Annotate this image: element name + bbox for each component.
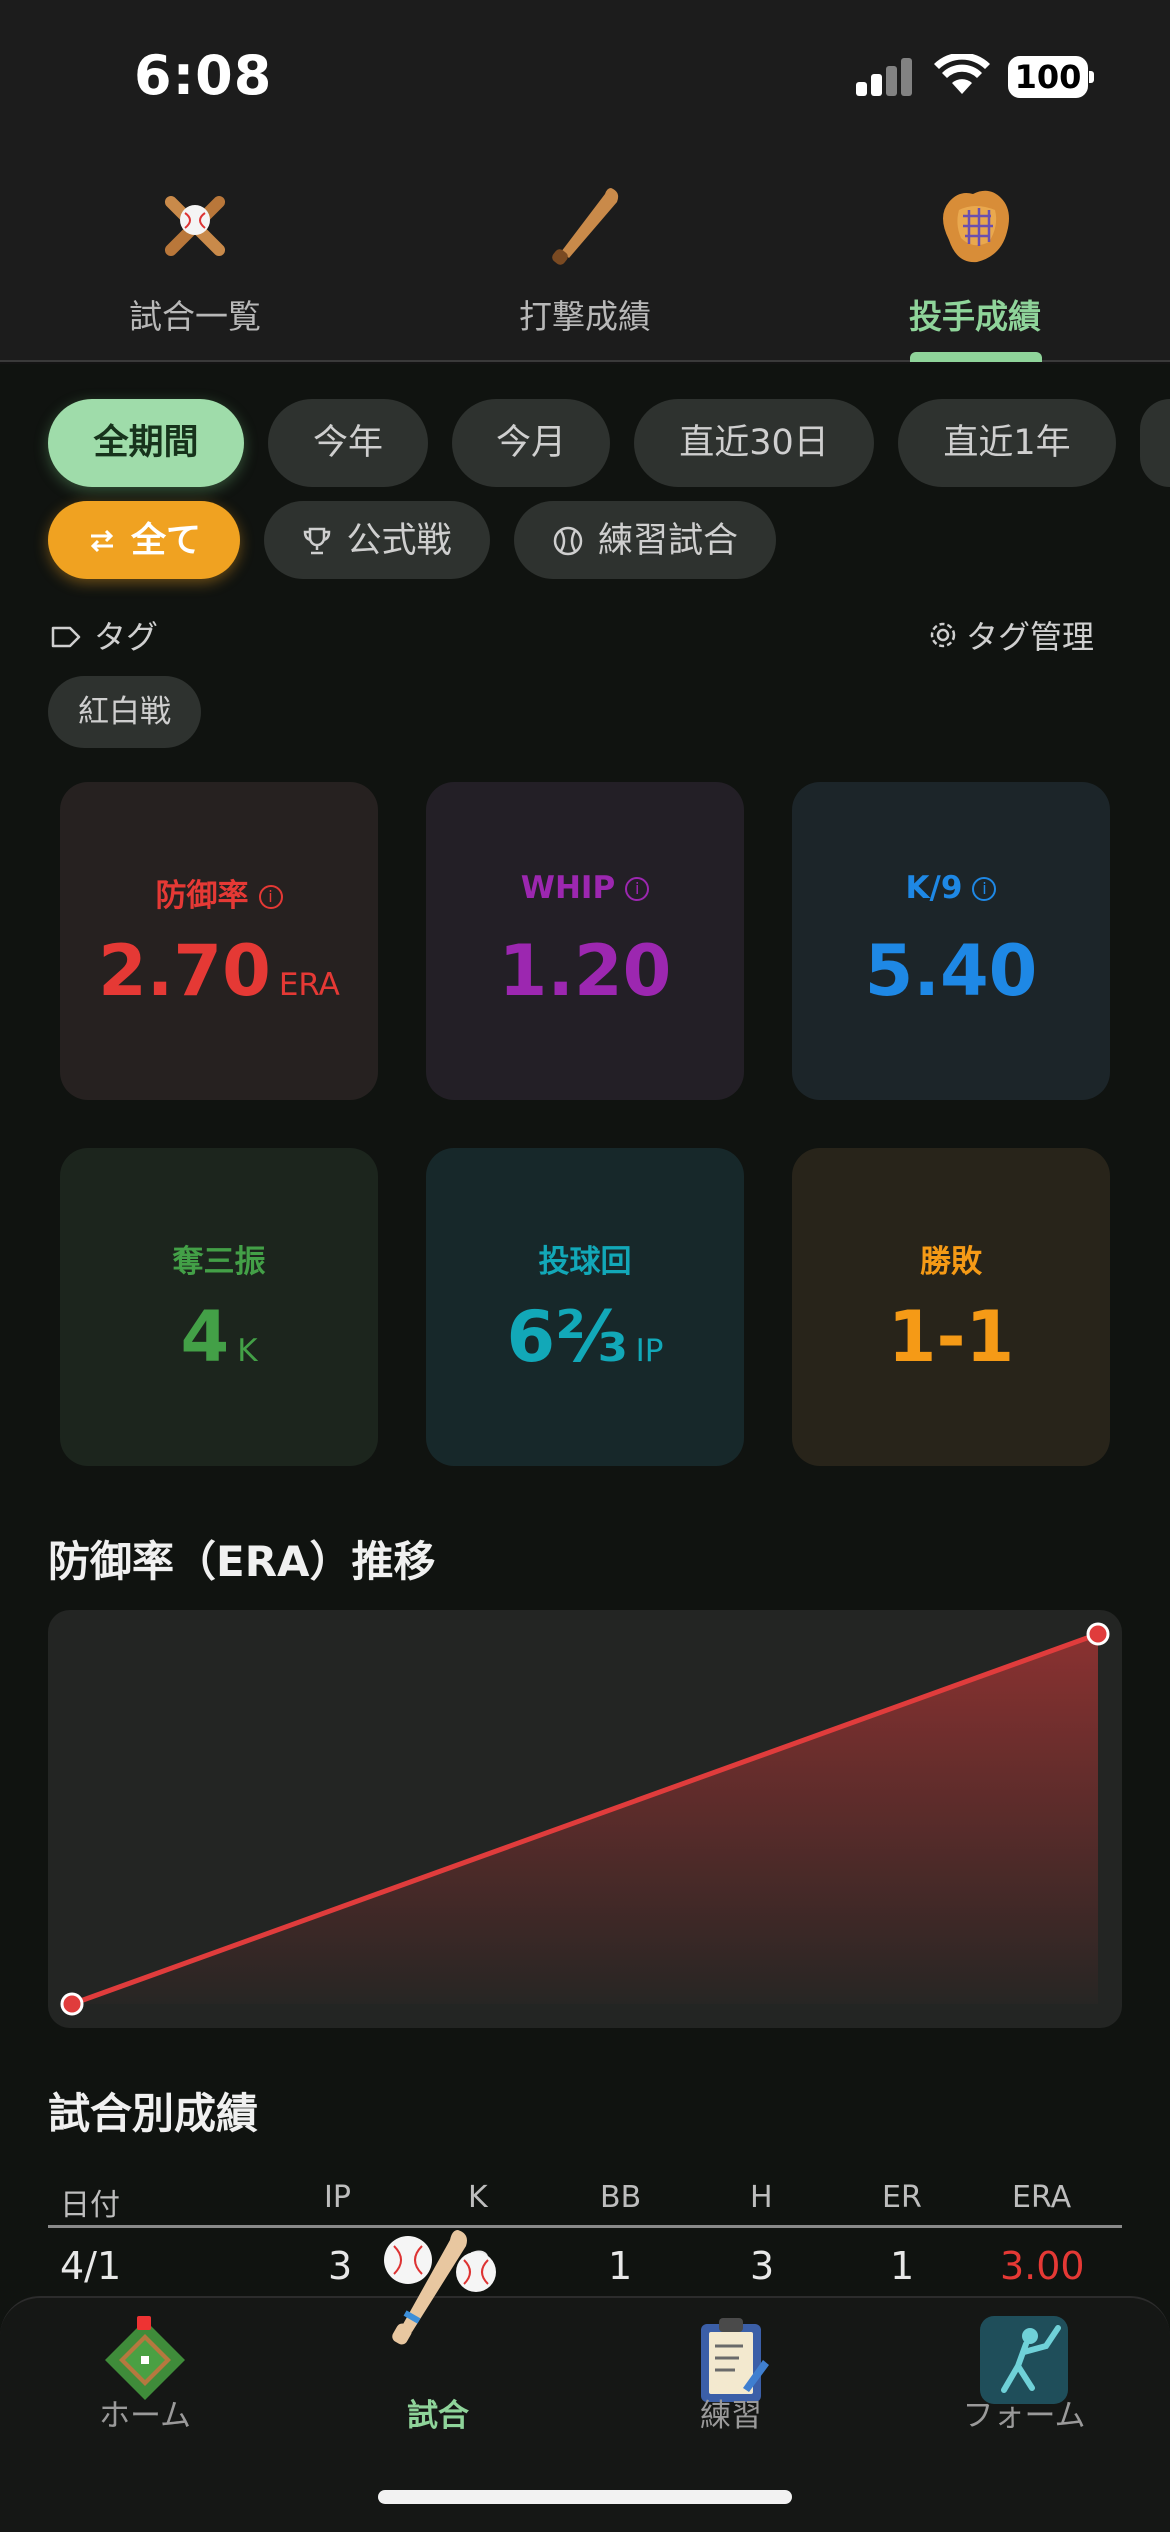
col-k: K — [468, 2180, 488, 2215]
table-header: 日付 IP K BB H ER ERA — [48, 2180, 1122, 2228]
stat-value: 4 — [180, 1296, 230, 1378]
filter-this-month[interactable]: 今月 — [452, 399, 610, 487]
tag-chip[interactable]: 紅白戦 — [48, 676, 201, 748]
cell-ip: 3 — [328, 2244, 353, 2288]
era-point-1[interactable] — [1086, 1622, 1110, 1646]
top-tab-bar: 試合一覧 打撃成績 投手成績 — [0, 150, 1170, 362]
trophy-icon — [302, 526, 332, 556]
glove-icon — [943, 190, 1009, 263]
stat-card-strikeouts: 奪三振 4K — [60, 1148, 378, 1466]
bat-icon — [552, 188, 619, 265]
cell-date: 4/1 — [60, 2244, 122, 2288]
era-chart — [48, 1610, 1122, 2028]
stat-card-era: 防御率 i 2.70 ERA — [60, 782, 378, 1100]
gear-icon — [928, 620, 958, 658]
tag-section-label: タグ — [50, 612, 158, 658]
tag-manage-button[interactable]: タグ管理 — [928, 612, 1094, 658]
era-chart-title: 防御率（ERA）推移 — [48, 1537, 436, 1586]
stat-unit: IP — [635, 1333, 664, 1369]
cell-er: 1 — [890, 2244, 915, 2288]
status-bar: 6:08 100 — [0, 0, 1170, 150]
wifi-icon — [934, 54, 990, 94]
status-time: 6:08 — [134, 44, 273, 107]
active-tab-indicator — [910, 352, 1042, 362]
col-date: 日付 — [60, 2188, 120, 2223]
stat-unit: ERA — [278, 967, 340, 1003]
cell-era: 3.00 — [1000, 2244, 1085, 2288]
home-indicator — [378, 2490, 792, 2504]
game-stats-title: 試合別成績 — [48, 2089, 259, 2138]
filter-this-year[interactable]: 今年 — [268, 399, 428, 487]
tab-label: 投手成績 — [909, 297, 1041, 336]
era-chart-svg — [60, 1622, 1110, 2016]
nav-home[interactable]: ホーム — [20, 2298, 270, 2458]
tab-game-list[interactable]: 試合一覧 — [45, 180, 345, 360]
filter-last-1-year[interactable]: 直近1年 — [898, 399, 1116, 487]
nav-game[interactable]: 試合 — [313, 2230, 563, 2458]
nav-practice[interactable]: 練習 — [606, 2298, 856, 2458]
info-icon[interactable]: i — [972, 877, 997, 901]
swap-arrows-icon — [87, 529, 117, 553]
filter-last-30-days[interactable]: 直近30日 — [634, 399, 874, 487]
era-point-0[interactable] — [60, 1992, 84, 2016]
stat-card-whip: WHIP i 1.20 — [426, 782, 744, 1100]
filter-type-practice[interactable]: 練習試合 — [514, 501, 776, 579]
cell-bb: 1 — [608, 2244, 633, 2288]
stat-value: 1.20 — [498, 930, 672, 1012]
main-content: 全期間 今年 今月 直近30日 直近1年 全て 公式戦 練習試合 タグ タグ管理… — [0, 364, 1170, 2532]
tag-icon — [50, 620, 82, 658]
stat-value: 5.40 — [864, 930, 1038, 1012]
tab-batting-stats[interactable]: 打撃成績 — [435, 180, 735, 360]
bat-and-balls-icon — [384, 2230, 496, 2345]
filter-type-all[interactable]: 全て — [48, 501, 240, 579]
crossed-bats-icon — [164, 195, 226, 257]
stat-value: 2.70 — [98, 930, 271, 1012]
tab-label: 打撃成績 — [519, 297, 651, 336]
stat-card-win-loss: 勝敗 1-1 — [792, 1148, 1110, 1466]
col-h: H — [750, 2180, 773, 2215]
info-icon[interactable]: i — [258, 885, 283, 909]
signal-icon — [856, 58, 914, 96]
baseball-icon — [552, 525, 584, 557]
col-bb: BB — [600, 2180, 642, 2215]
tab-label: 試合一覧 — [129, 297, 261, 336]
filter-more-partial[interactable] — [1140, 399, 1170, 487]
nav-form[interactable]: フォーム — [899, 2298, 1149, 2458]
stat-card-innings: 投球回 6⅔ IP — [426, 1148, 744, 1466]
col-ip: IP — [324, 2180, 351, 2215]
col-era: ERA — [1012, 2180, 1072, 2215]
stat-card-k9: K/9 i 5.40 — [792, 782, 1110, 1100]
stat-value: 6⅔ — [506, 1296, 628, 1378]
info-icon[interactable]: i — [625, 877, 650, 901]
cell-h: 3 — [750, 2244, 775, 2288]
filter-all-period[interactable]: 全期間 — [48, 399, 244, 487]
battery-icon: 100 — [1008, 56, 1094, 98]
col-er: ER — [882, 2180, 922, 2215]
stat-unit: K — [237, 1333, 258, 1369]
filter-type-official[interactable]: 公式戦 — [264, 501, 490, 579]
tab-pitching-stats[interactable]: 投手成績 — [825, 180, 1125, 360]
stat-value: 1-1 — [887, 1296, 1015, 1378]
